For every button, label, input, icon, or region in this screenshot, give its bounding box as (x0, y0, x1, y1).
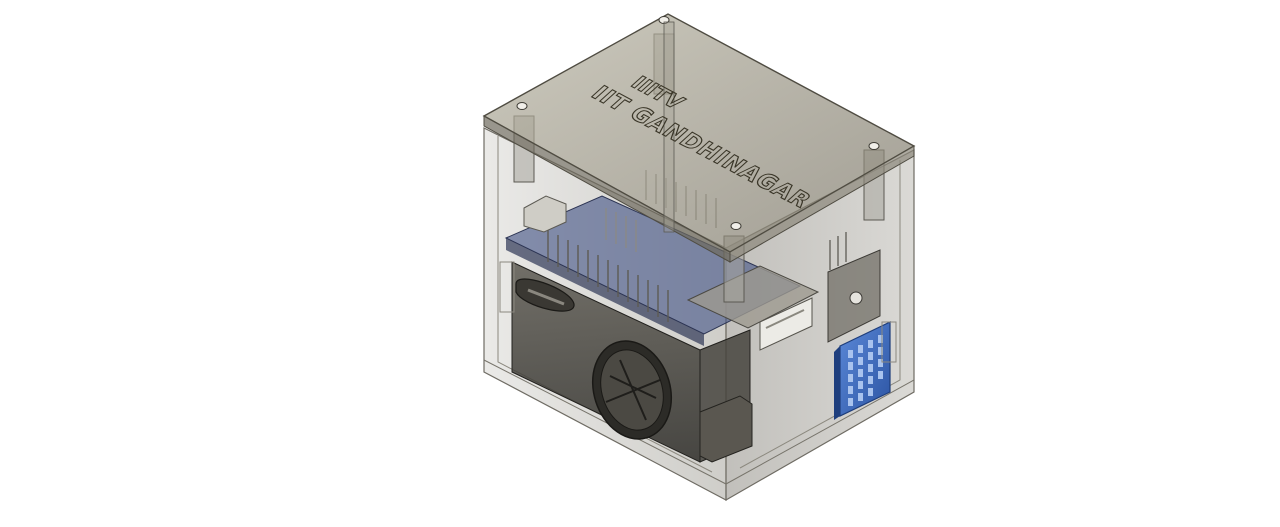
cad-viewport: IIITV IIT GANDHINAGAR (0, 0, 1280, 527)
enclosure-render: IIITV IIT GANDHINAGAR (482, 13, 916, 502)
